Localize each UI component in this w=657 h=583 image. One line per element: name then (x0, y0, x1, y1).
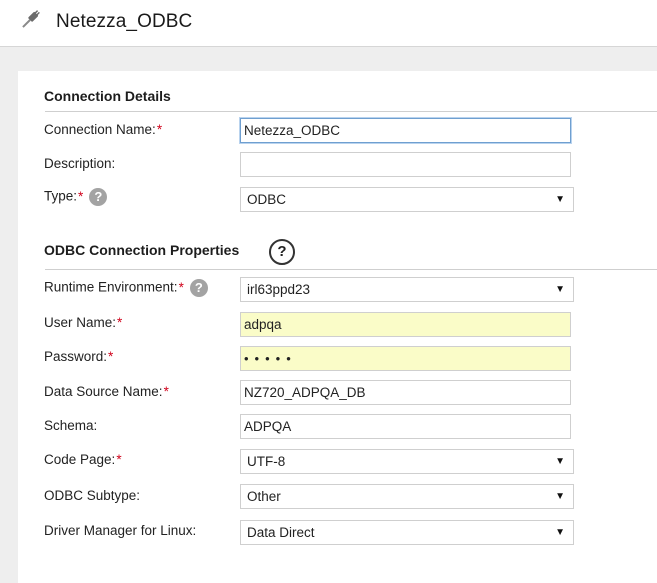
type-label: Type:*? (44, 188, 108, 206)
help-icon[interactable]: ? (189, 279, 208, 297)
password-input[interactable]: ••••• (240, 346, 571, 371)
page-header: Netezza_ODBC (0, 0, 657, 47)
required-marker: * (108, 349, 114, 364)
connection-name-input[interactable]: Netezza_ODBC (240, 118, 571, 143)
odbc-properties-heading: ODBC Connection Properties (44, 242, 240, 258)
code-page-value: UTF-8 (247, 454, 286, 469)
chevron-down-icon: ▼ (555, 491, 565, 502)
required-marker: * (156, 122, 163, 137)
odbc-subtype-label: ODBC Subtype: (44, 488, 141, 503)
runtime-environment-select[interactable]: irl63ppd23 ▼ (240, 277, 574, 302)
driver-manager-label: Driver Manager for Linux: (44, 523, 197, 538)
page-title: Netezza_ODBC (56, 11, 193, 32)
chevron-down-icon: ▼ (555, 284, 565, 295)
driver-manager-value: Data Direct (247, 525, 315, 540)
help-icon[interactable]: ? (89, 188, 108, 206)
chevron-down-icon: ▼ (555, 456, 565, 467)
data-source-name-input[interactable]: NZ720_ADPQA_DB (240, 380, 571, 405)
required-marker: * (117, 315, 123, 330)
plug-icon (22, 10, 40, 28)
odbc-subtype-select[interactable]: Other ▼ (240, 484, 574, 509)
required-marker: * (178, 279, 184, 295)
connection-details-heading: Connection Details (44, 88, 171, 104)
runtime-environment-value: irl63ppd23 (247, 282, 311, 297)
required-marker: * (116, 452, 122, 467)
chevron-down-icon: ▼ (555, 527, 565, 538)
data-source-name-label: Data Source Name:* (44, 384, 169, 399)
password-label: Password:* (44, 349, 114, 364)
chevron-down-icon: ▼ (555, 194, 565, 205)
required-marker: * (78, 188, 84, 204)
description-input[interactable] (240, 152, 571, 177)
section-divider (45, 111, 657, 112)
user-name-label: User Name:* (44, 315, 123, 330)
connection-name-label: Connection Name:* (44, 122, 163, 137)
connection-form: Connection Details Connection Name:* Net… (18, 71, 657, 583)
type-select[interactable]: ODBC ▼ (240, 187, 574, 212)
schema-label: Schema: (44, 418, 98, 433)
code-page-label: Code Page:* (44, 452, 122, 467)
required-marker: * (163, 384, 169, 399)
section-divider (45, 269, 657, 270)
user-name-input[interactable]: adpqa (240, 312, 571, 337)
description-label: Description: (44, 156, 116, 171)
odbc-subtype-value: Other (247, 489, 281, 504)
schema-input[interactable]: ADPQA (240, 414, 571, 439)
type-value: ODBC (247, 192, 287, 207)
help-icon[interactable]: ? (269, 239, 295, 265)
driver-manager-select[interactable]: Data Direct ▼ (240, 520, 574, 545)
runtime-environment-label: Runtime Environment:*? (44, 279, 208, 297)
code-page-select[interactable]: UTF-8 ▼ (240, 449, 574, 474)
